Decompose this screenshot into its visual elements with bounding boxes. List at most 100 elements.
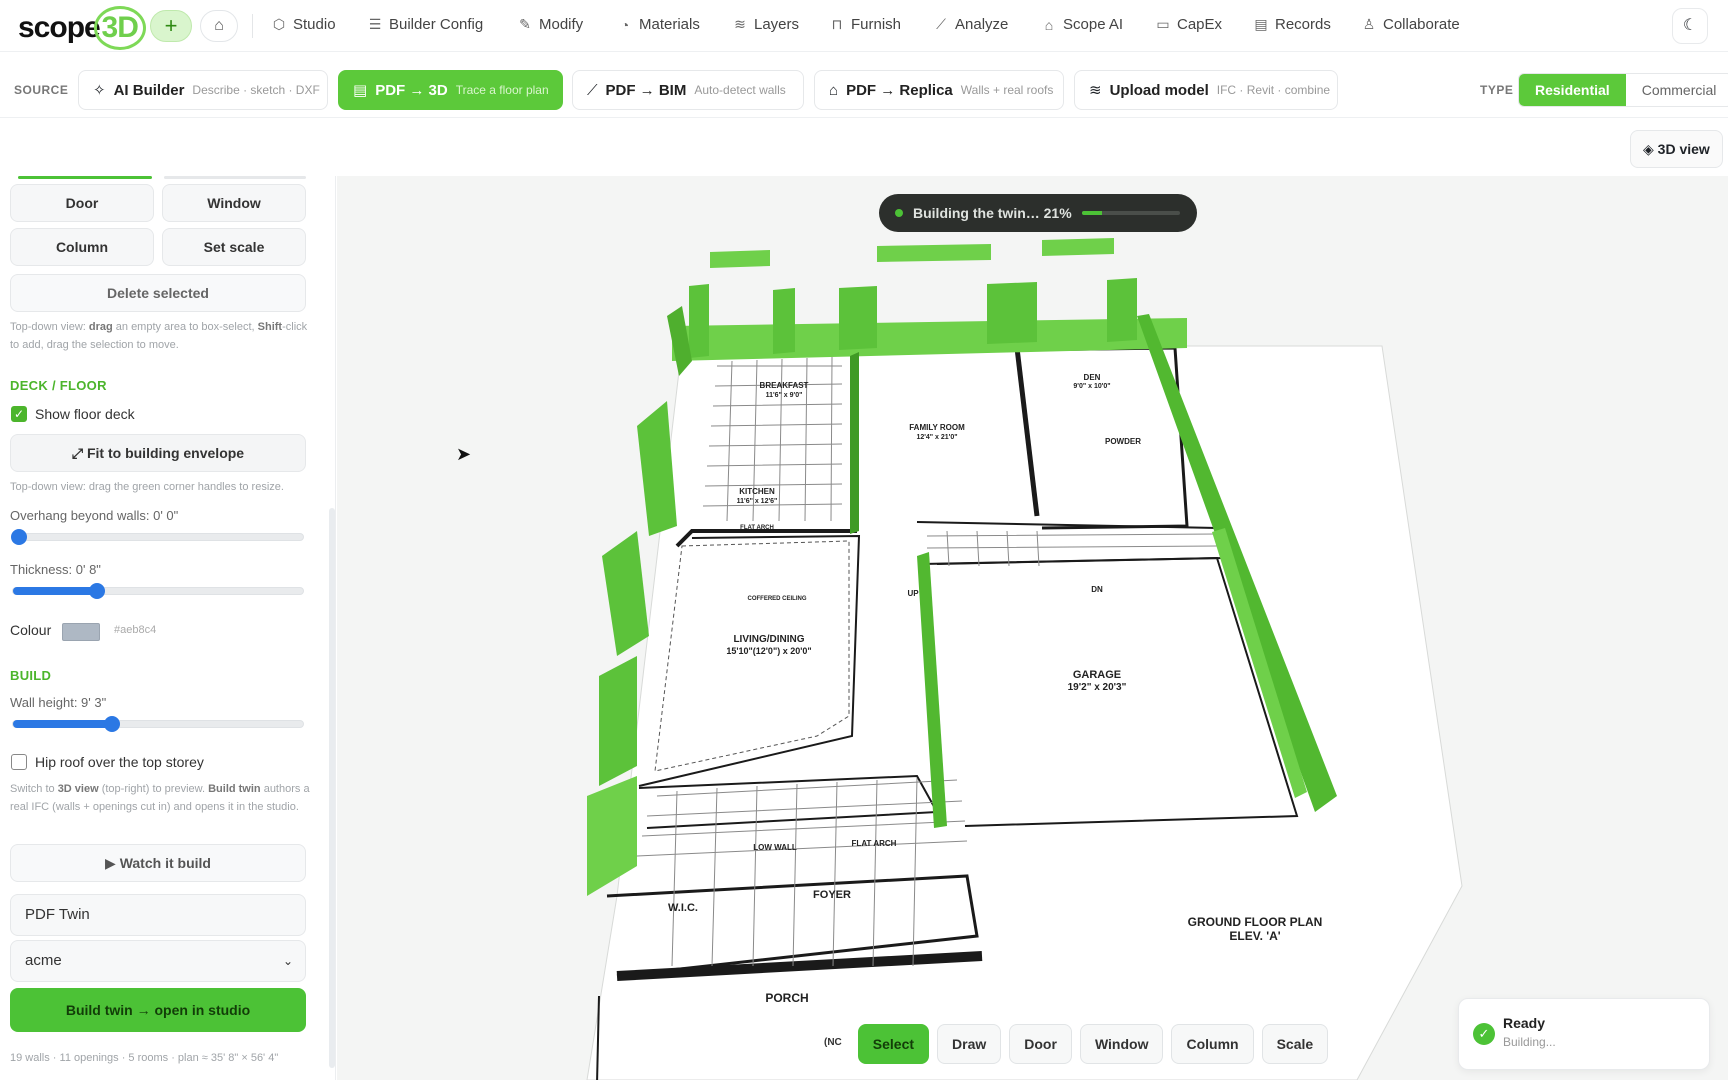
wall-top-3	[1042, 238, 1114, 256]
cube-icon: ⬡	[272, 16, 286, 32]
deck-hint: Top-down view: drag the green corner han…	[10, 481, 284, 493]
column-button[interactable]: Column	[10, 228, 154, 266]
dim-family: 12'4" x 21'0"	[916, 434, 957, 441]
sofa-icon: ⊓	[831, 16, 843, 32]
toast-title: Ready	[1503, 1015, 1546, 1031]
sidebar-scrollbar[interactable]	[329, 508, 335, 1068]
type-residential[interactable]: Residential	[1519, 74, 1626, 106]
nav-studio[interactable]: ⬡ Studio	[272, 16, 336, 33]
toast-subtitle: Building...	[1503, 1035, 1556, 1049]
nav-divider	[252, 14, 253, 38]
source-label: SOURCE	[14, 83, 69, 97]
source-ai-builder[interactable]: ✧ AI Builder Describe · sketch · DXF	[78, 70, 328, 110]
room-powder: POWDER	[1105, 437, 1141, 446]
nav-collaborate[interactable]: ♙ Collaborate	[1362, 16, 1460, 33]
tool-draw[interactable]: Draw	[937, 1024, 1002, 1064]
tool-door[interactable]: Door	[1009, 1024, 1072, 1064]
3d-view-button[interactable]: ◈ 3D view	[1630, 130, 1723, 168]
plan-caption: GROUND FLOOR PLAN	[1188, 915, 1323, 929]
sliders-icon: ☰	[368, 16, 382, 32]
slider-fill	[13, 720, 112, 728]
wall-left-2	[637, 401, 677, 536]
wall-height-slider[interactable]	[12, 716, 304, 732]
dim-garage: 19'2" x 20'3"	[1068, 682, 1127, 693]
nav-layers[interactable]: ≋ Layers	[733, 16, 799, 33]
nav-materials[interactable]: ◔ Materials	[618, 16, 700, 33]
tool-column[interactable]: Column	[1171, 1024, 1254, 1064]
pencil-icon: ✎	[519, 16, 531, 32]
nav-records[interactable]: ▤ Records	[1254, 16, 1330, 33]
type-segmented-control: Residential Commercial	[1518, 73, 1728, 107]
check-icon: ✓	[1473, 1023, 1495, 1045]
canvas-toolbar: (NC Select Draw Door Window Column Scale	[816, 1020, 1329, 1068]
new-project-button[interactable]: +	[150, 10, 192, 42]
nav-scope-ai[interactable]: ⌂ Scope AI	[1042, 16, 1123, 33]
sparkle-icon: ✧	[93, 82, 106, 99]
door-button[interactable]: Door	[10, 184, 154, 222]
wand-icon: ⟋	[587, 81, 598, 99]
source-upload-model[interactable]: ≋ Upload model IFC · Revit · combine	[1074, 70, 1338, 110]
source-pdf-3d[interactable]: ▤ PDF → 3D Trace a floor plan	[338, 70, 563, 110]
set-scale-button[interactable]: Set scale	[162, 228, 306, 266]
build-progress: Building the twin… 21%	[879, 194, 1197, 232]
build-hint: Switch to 3D view (top-right) to preview…	[10, 783, 310, 813]
room-kitchen: KITCHEN	[739, 487, 775, 496]
tool-scale[interactable]: Scale	[1261, 1024, 1329, 1064]
nav-furnish[interactable]: ⊓ Furnish	[830, 16, 902, 33]
colour-hex: #aeb8c4	[114, 624, 157, 636]
show-floor-deck-checkbox[interactable]: ✓	[11, 406, 27, 422]
select-hint: Top-down view: drag an empty area to box…	[10, 321, 308, 351]
nav-capex[interactable]: ▭ CapEx	[1156, 16, 1222, 33]
slider-knob[interactable]	[103, 716, 120, 732]
theme-toggle-button[interactable]: ☾	[1672, 8, 1708, 44]
floor-plan-3d-view[interactable]: BREAKFAST 11'6" x 9'0" KITCHEN 11'6" x 1…	[337, 176, 1728, 1080]
watch-build-button[interactable]: ▶ Watch it build	[10, 844, 306, 882]
delete-selected-button[interactable]: Delete selected	[10, 274, 306, 312]
logo[interactable]: scope3D	[18, 6, 146, 50]
nav-modify[interactable]: ✎ Modify	[518, 16, 583, 33]
overhang-slider[interactable]	[10, 529, 304, 545]
3d-canvas[interactable]: BREAKFAST 11'6" x 9'0" KITCHEN 11'6" x 1…	[337, 176, 1728, 1080]
chevron-down-icon: ⌄	[282, 954, 293, 968]
twin-name-input[interactable]: PDF Twin	[10, 894, 306, 936]
room-family: FAMILY ROOM	[909, 423, 965, 432]
show-floor-deck-label: Show floor deck	[35, 406, 135, 422]
slider-knob[interactable]	[89, 583, 106, 599]
hip-roof-checkbox[interactable]	[11, 754, 27, 770]
source-bar: SOURCE ✧ AI Builder Describe · sketch · DX…	[0, 60, 1728, 118]
window-button[interactable]: Window	[162, 184, 306, 222]
users-icon: ♙	[1362, 16, 1376, 32]
document-icon: ▤	[353, 82, 368, 99]
progress-text: Building the twin… 21%	[913, 205, 1072, 221]
source-pdf-replica[interactable]: ⌂ PDF → Replica Walls + real roofs	[814, 70, 1064, 110]
home-button[interactable]: ⌂	[200, 10, 238, 42]
source-pdf-bim[interactable]: ⟋ PDF → BIM Auto-detect walls	[572, 70, 804, 110]
room-living: LIVING/DINING	[733, 634, 804, 645]
room-foyer: FOYER	[813, 889, 851, 901]
note-flat-arch-2: FLAT ARCH	[852, 839, 897, 848]
nav-builder-config[interactable]: ☰ Builder Config	[368, 16, 484, 33]
palette-icon: ◔	[620, 16, 630, 33]
org-select[interactable]: acme ⌄	[10, 940, 306, 982]
nav-analyze[interactable]: ⟋ Analyze	[934, 16, 1008, 33]
type-commercial[interactable]: Commercial	[1626, 74, 1728, 106]
tab-indicator	[164, 176, 306, 179]
colour-swatch[interactable]	[62, 623, 100, 641]
thickness-slider[interactable]	[12, 583, 304, 599]
tool-window[interactable]: Window	[1079, 1024, 1164, 1064]
type-label: TYPE	[1480, 83, 1514, 97]
house-icon: ⌂	[829, 81, 839, 99]
fit-envelope-button[interactable]: ⤢ Fit to building envelope	[10, 434, 306, 472]
top-nav: scope3D + ⌂ ⬡ Studio ☰ Builder Config ✎ Mod…	[0, 0, 1728, 52]
overhang-label: Overhang beyond walls: 0' 0"	[10, 508, 179, 523]
wall-pier-3	[839, 286, 877, 350]
tool-select[interactable]: Select	[857, 1024, 930, 1064]
wall-top-2	[877, 244, 991, 262]
build-twin-button[interactable]: Build twin → open in studio	[10, 988, 306, 1032]
status-toast: ✓ Ready Building...	[1458, 998, 1710, 1070]
wall-pier-5	[1107, 278, 1137, 342]
dim-living: 15'10"(12'0") x 20'0"	[726, 646, 811, 656]
slider-knob[interactable]	[10, 529, 27, 545]
hip-roof-label: Hip roof over the top storey	[35, 754, 204, 770]
wall-height-label: Wall height: 9' 3"	[10, 695, 107, 710]
